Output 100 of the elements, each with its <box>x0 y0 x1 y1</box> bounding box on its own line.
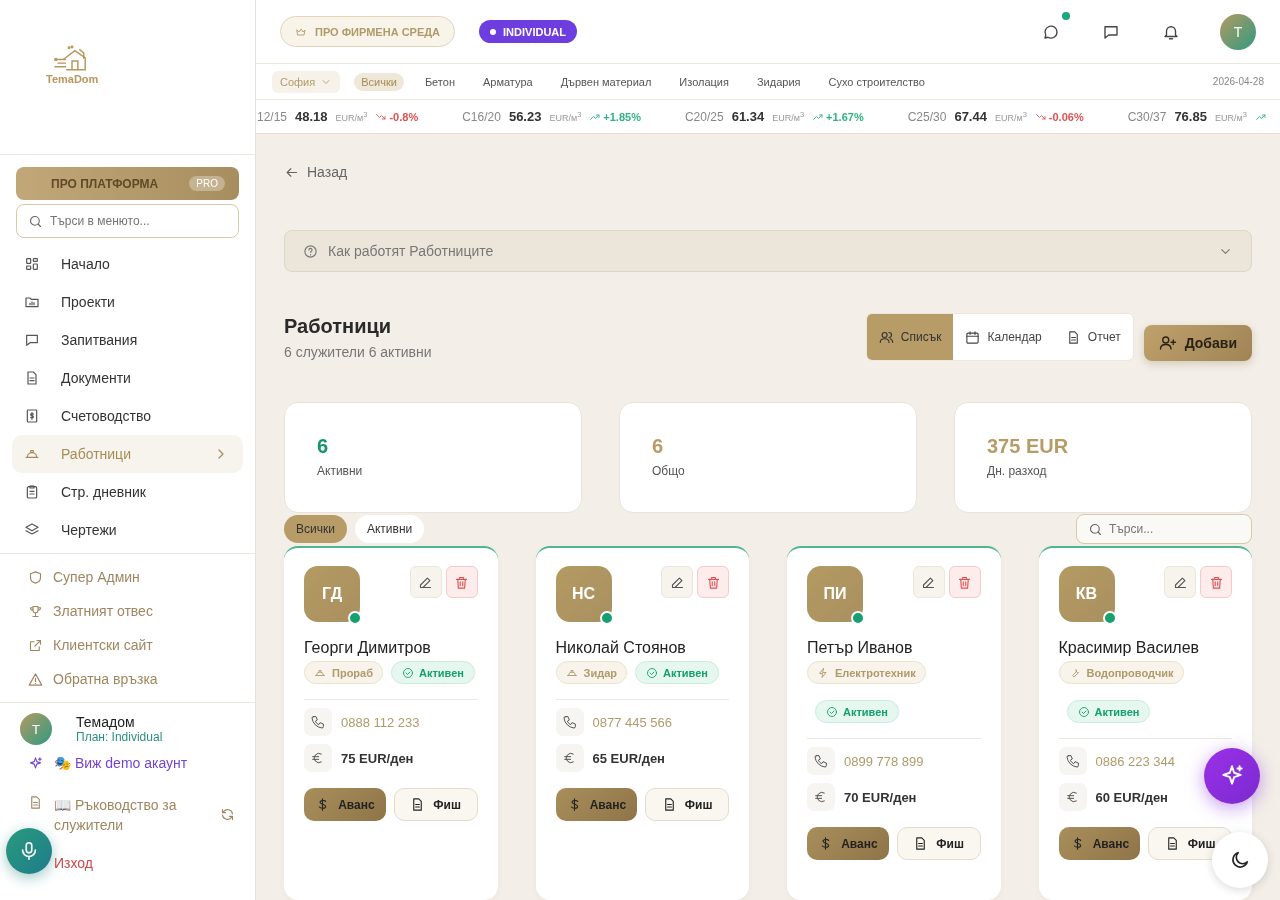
ticker-unit: EUR/м$^{3}$ <box>994 110 1027 123</box>
edit-button[interactable] <box>661 566 693 598</box>
payslip-button[interactable]: Фиш <box>645 788 729 821</box>
refresh-icon <box>220 807 235 822</box>
ticker-change: -0.8% <box>389 110 419 123</box>
advance-button[interactable]: Аванс <box>555 788 638 821</box>
online-dot <box>1102 611 1117 625</box>
trash-icon <box>705 574 721 590</box>
user-name: Темадом <box>76 714 136 730</box>
phone-number[interactable]: 0899 778 899 <box>844 753 924 769</box>
category-tab[interactable]: Зидария <box>749 72 808 91</box>
worker-avatar: НС <box>555 566 612 622</box>
sidebar-item[interactable]: Документи <box>12 359 243 397</box>
search-field[interactable]: Търси... <box>1076 514 1252 544</box>
role-badge: Зидар <box>555 661 627 684</box>
sidebar-link[interactable]: Клиентски сайт <box>28 628 255 662</box>
guide-link[interactable]: 📖 Ръководство за служители <box>20 795 235 835</box>
view-icon <box>965 329 981 345</box>
view-tab[interactable]: Отчет <box>1053 314 1133 360</box>
logout-link[interactable]: Изход <box>54 855 93 871</box>
worker-name: Петър Иванов <box>807 639 914 657</box>
sidebar-item[interactable]: Проекти <box>12 283 243 321</box>
phone-number[interactable]: 0886 223 344 <box>1095 753 1176 769</box>
chat-icon <box>1042 22 1060 41</box>
pencil-icon <box>921 574 936 590</box>
temadom-logo[interactable]: TemaDom <box>46 43 99 85</box>
back-link[interactable]: Назад <box>284 164 1252 180</box>
delete-button[interactable] <box>697 566 729 598</box>
sidebar-item[interactable]: Запитвания <box>12 321 243 359</box>
ticker-code: C30/37 <box>1127 109 1167 124</box>
delete-button[interactable] <box>948 566 981 598</box>
edit-button[interactable] <box>1164 566 1196 598</box>
ticker-price: 56.23 <box>508 109 542 124</box>
delete-button[interactable] <box>445 566 478 598</box>
check-circle-icon <box>402 666 414 679</box>
view-tab[interactable]: Списък <box>866 314 954 360</box>
add-button[interactable]: Добави <box>1143 325 1252 361</box>
sidebar-item[interactable]: Начало <box>12 245 243 283</box>
advance-button[interactable]: Аванс <box>304 788 386 821</box>
filter-chip[interactable]: Всички <box>284 515 347 543</box>
category-tab[interactable]: Всички <box>354 72 404 91</box>
phone-icon <box>555 708 584 736</box>
ticker-unit: EUR/м$^{3}$ <box>772 110 805 123</box>
daily-rate: 70 EUR/ден <box>844 789 917 805</box>
phone-number[interactable]: 0888 112 233 <box>341 714 420 730</box>
category-tab[interactable]: Дървен материал <box>553 72 659 91</box>
link-icon <box>28 637 43 653</box>
stat-label: Дн. разход <box>987 464 1048 478</box>
daily-rate: 65 EUR/ден <box>592 750 665 766</box>
ticker-price: 48.18 <box>295 109 328 124</box>
page-subtitle: 6 служители 6 активни <box>284 344 432 360</box>
euro-icon <box>1058 783 1087 811</box>
help-icon <box>303 243 318 259</box>
euro-icon <box>555 744 584 772</box>
status-badge: Активен <box>635 661 719 684</box>
menu-search-field[interactable]: Търси в менюто... <box>16 204 239 238</box>
pro-platform-button[interactable]: ПРО ПЛАТФОРМА PRO <box>16 167 239 200</box>
sidebar-link[interactable]: Златният отвес <box>28 594 255 628</box>
ticker-price: 67.44 <box>954 109 987 124</box>
worker-avatar: ГД <box>304 566 360 622</box>
filter-chip[interactable]: Активни <box>354 515 425 543</box>
euro-icon <box>304 744 332 772</box>
worker-avatar: ПИ <box>807 566 863 622</box>
sidebar-item[interactable]: Стр. дневник <box>12 473 243 511</box>
user-avatar[interactable]: Т <box>1220 13 1256 50</box>
link-icon <box>28 671 43 687</box>
view-icon <box>878 329 894 345</box>
sidebar-link[interactable]: Супер Админ <box>28 560 255 594</box>
nav-icon <box>24 370 40 386</box>
sidebar-link[interactable]: Обратна връзка <box>28 662 255 696</box>
category-tab[interactable]: Арматура <box>475 72 540 91</box>
advance-button[interactable]: Аванс <box>807 827 889 860</box>
view-tab[interactable]: Календар <box>953 314 1054 360</box>
link-icon <box>28 569 43 585</box>
plan-badge[interactable]: INDIVIDUAL <box>479 20 577 43</box>
advance-button[interactable]: Аванс <box>1058 827 1141 860</box>
demo-account-link[interactable]: 🎭 Виж demo акаунт <box>20 755 235 771</box>
pencil-icon <box>669 574 685 590</box>
category-tab[interactable]: Изолация <box>672 72 736 91</box>
edit-button[interactable] <box>409 566 442 598</box>
payslip-button[interactable]: Фиш <box>896 827 981 860</box>
sidebar-item[interactable]: Чертежи <box>12 511 243 549</box>
category-tab[interactable]: Бетон <box>417 72 462 91</box>
nav-icon <box>24 256 40 272</box>
microphone-button[interactable] <box>6 828 52 874</box>
search-icon <box>28 213 43 229</box>
sidebar-item[interactable]: Счетоводство <box>12 397 243 435</box>
payslip-button[interactable]: Фиш <box>393 788 478 821</box>
check-circle-icon <box>826 705 838 718</box>
sidebar-item[interactable]: Работници <box>12 435 243 473</box>
phone-number[interactable]: 0877 445 566 <box>592 714 673 730</box>
phone-icon <box>304 708 332 736</box>
delete-button[interactable] <box>1200 566 1232 598</box>
nav-icon <box>24 408 40 424</box>
nav-icon <box>24 332 40 348</box>
category-tab[interactable]: Сухо строителство <box>821 72 932 91</box>
ticker-code: C20/25 <box>684 109 724 124</box>
help-accordion[interactable]: Как работят Работниците <box>284 230 1252 272</box>
nav-icon <box>24 294 40 310</box>
edit-button[interactable] <box>912 566 945 598</box>
